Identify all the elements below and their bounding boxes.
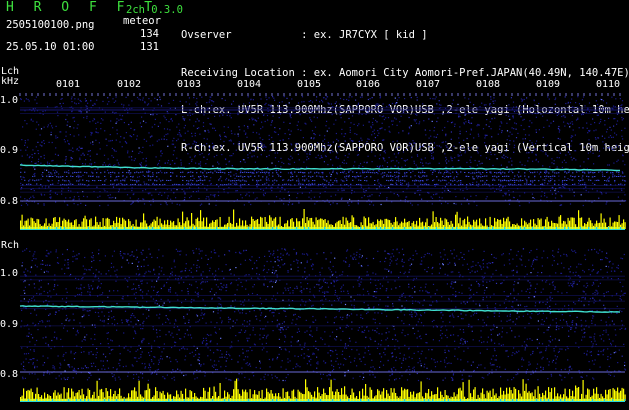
- lch-level-bars: [20, 209, 626, 230]
- rch-spectrogram: [20, 248, 627, 382]
- lch-spectrogram: [20, 96, 627, 207]
- tick-marks: [19, 93, 621, 96]
- rch-level-bars: [20, 378, 626, 402]
- spectrogram-canvas: [19, 93, 627, 402]
